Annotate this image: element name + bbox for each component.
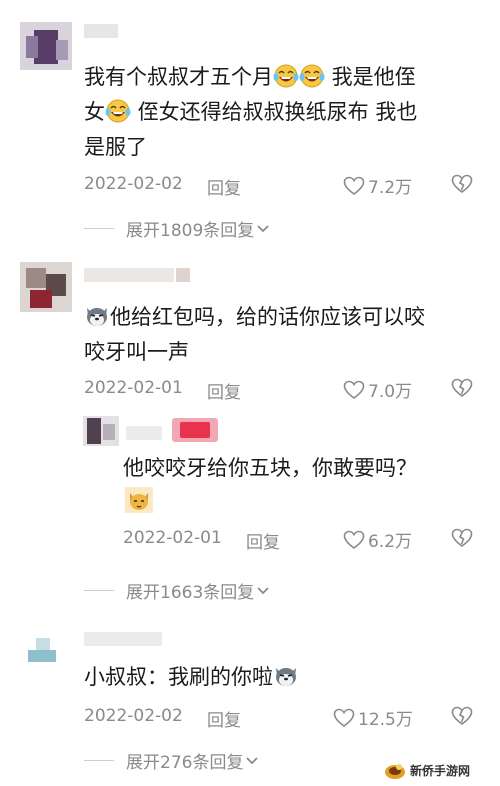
reply-date: 2022-02-01	[123, 528, 222, 548]
comment-date: 2022-02-02	[84, 706, 183, 726]
chevron-down-icon	[257, 224, 269, 232]
reply-button[interactable]: 回复	[207, 378, 241, 403]
reply-button[interactable]: 回复	[207, 706, 241, 731]
laughing-tears-emoji	[105, 99, 131, 132]
husky-dog-emoji	[273, 664, 299, 697]
divider-line	[84, 760, 114, 761]
author-badge-blurred	[180, 422, 210, 438]
comment-date: 2022-02-02	[84, 174, 183, 194]
heart-outline-icon	[333, 708, 355, 727]
username-blurred[interactable]	[126, 426, 162, 440]
reply-text: 他咬咬牙给你五块，你敢要吗？	[123, 456, 417, 480]
expand-replies-button[interactable]: 展开1663条回复	[84, 578, 270, 603]
heart-outline-icon	[343, 530, 365, 549]
username-blurred	[176, 268, 190, 282]
avatar[interactable]	[83, 416, 119, 446]
expand-replies-button[interactable]: 展开276条回复	[84, 748, 259, 773]
username-blurred[interactable]	[84, 268, 174, 282]
like-button[interactable]: 12.5万	[333, 705, 413, 730]
broken-heart-icon	[451, 706, 473, 725]
like-count: 7.0万	[368, 382, 413, 402]
dislike-button[interactable]	[451, 174, 473, 198]
chevron-down-icon	[257, 586, 269, 594]
like-button[interactable]: 7.0万	[343, 377, 412, 402]
comment-date: 2022-02-01	[84, 378, 183, 398]
comment-text: 小叔叔：我刷的你啦	[84, 662, 484, 697]
expand-replies-button[interactable]: 展开1809条回复	[84, 216, 270, 241]
broken-heart-icon	[451, 528, 473, 547]
comment-text: 我有个叔叔才五个月 我是他侄 女 侄女还得给叔叔换纸尿布 我也 是服了	[84, 64, 418, 159]
broken-heart-icon	[451, 378, 473, 397]
avatar[interactable]	[20, 262, 72, 312]
divider-line	[84, 228, 114, 229]
reply-button[interactable]: 回复	[207, 174, 241, 199]
chevron-down-icon	[246, 756, 259, 764]
like-count: 12.5万	[358, 710, 413, 730]
watermark: 新侨手游网	[384, 757, 494, 783]
avatar[interactable]	[20, 22, 72, 70]
heart-outline-icon	[343, 176, 365, 195]
dislike-button[interactable]	[451, 706, 473, 730]
like-button[interactable]: 6.2万	[343, 527, 412, 552]
broken-heart-icon	[451, 174, 473, 193]
dislike-button[interactable]	[451, 378, 473, 402]
reply-button[interactable]: 回复	[246, 528, 280, 553]
laughing-tears-emoji	[273, 64, 299, 97]
like-count: 6.2万	[368, 532, 413, 552]
username-blurred[interactable]	[84, 632, 162, 646]
husky-dog-emoji	[84, 304, 110, 337]
comment-text: 他给红包吗，给的话你应该可以咬 咬牙叫一声	[84, 304, 425, 364]
cat-emoji	[125, 487, 153, 517]
heart-outline-icon	[343, 380, 365, 399]
avatar[interactable]	[24, 632, 64, 668]
dislike-button[interactable]	[451, 528, 473, 552]
username-blurred[interactable]	[84, 24, 118, 38]
watermark-logo-icon	[385, 764, 405, 779]
laughing-tears-emoji	[299, 64, 325, 97]
like-button[interactable]: 7.2万	[343, 173, 412, 198]
like-count: 7.2万	[368, 178, 413, 198]
divider-line	[84, 590, 114, 591]
